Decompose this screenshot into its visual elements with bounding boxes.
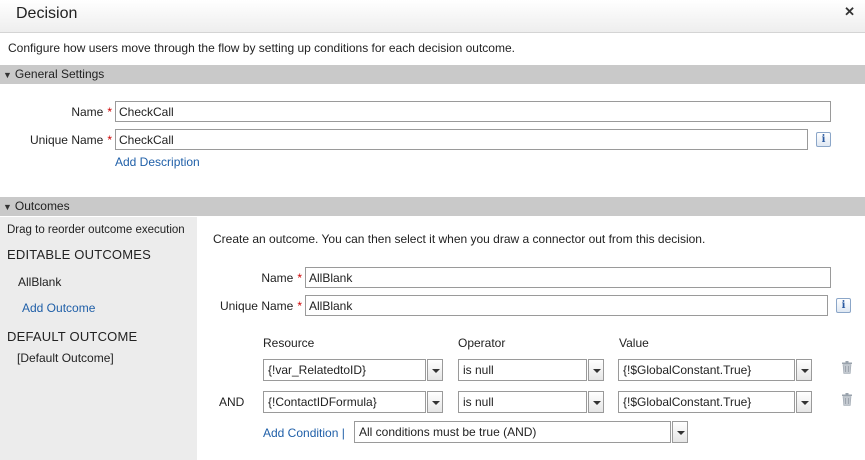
outcome-panel-intro: Create an outcome. You can then select i… [213, 232, 706, 246]
add-outcome-link[interactable]: Add Outcome [22, 301, 95, 315]
name-label: Name * [40, 105, 112, 119]
trash-icon[interactable] [841, 393, 853, 406]
dropdown-arrow-icon[interactable] [588, 359, 604, 381]
default-outcome-heading: DEFAULT OUTCOME [7, 329, 138, 344]
unique-name-input[interactable] [115, 129, 808, 150]
dropdown-arrow-icon[interactable] [672, 421, 688, 443]
unique-name-label-text: Unique Name [29, 133, 104, 147]
outcomes-title: Outcomes [14, 199, 70, 213]
collapse-triangle-icon: ▼ [3, 70, 12, 80]
dialog-titlebar: Decision ✕ [0, 0, 865, 33]
dropdown-arrow-icon[interactable] [427, 359, 443, 381]
dialog-title: Decision [16, 5, 78, 22]
outcome-name-input[interactable] [305, 267, 831, 288]
resource-field[interactable]: {!var_RelatedtoID} [263, 359, 426, 381]
outcome-name-label-text: Name [261, 271, 294, 285]
dropdown-arrow-icon[interactable] [796, 359, 812, 381]
outcomes-header[interactable]: ▼ Outcomes [0, 197, 865, 216]
operator-field[interactable]: is null [458, 359, 587, 381]
reorder-hint: Drag to reorder outcome execution [7, 224, 185, 236]
info-icon[interactable]: i [816, 132, 831, 147]
unique-name-label: Unique Name * [10, 133, 112, 147]
dropdown-arrow-icon[interactable] [427, 391, 443, 413]
name-input[interactable] [115, 101, 831, 122]
outcome-unique-name-label: Unique Name * [200, 299, 302, 313]
condition-logic-field[interactable]: All conditions must be true (AND) [354, 421, 671, 443]
outcome-unique-name-input[interactable] [305, 295, 828, 316]
operator-column-header: Operator [458, 336, 506, 350]
resource-column-header: Resource [263, 336, 315, 350]
dropdown-arrow-icon[interactable] [588, 391, 604, 413]
required-asterisk: * [107, 105, 112, 119]
resource-field[interactable]: {!ContactIDFormula} [263, 391, 426, 413]
outcome-name-label: Name * [230, 271, 302, 285]
required-asterisk: * [107, 133, 112, 147]
outcome-item-allblank[interactable]: AllBlank [18, 275, 61, 289]
info-icon[interactable]: i [836, 298, 851, 313]
value-field[interactable]: {!$GlobalConstant.True} [618, 359, 795, 381]
value-column-header: Value [619, 336, 649, 350]
required-asterisk: * [297, 271, 302, 285]
close-icon[interactable]: ✕ [844, 4, 855, 20]
name-label-text: Name [71, 105, 104, 119]
outcome-unique-name-label-text: Unique Name [219, 299, 294, 313]
default-outcome-item[interactable]: [Default Outcome] [17, 351, 114, 365]
operator-field[interactable]: is null [458, 391, 587, 413]
outcomes-sidebar: Drag to reorder outcome execution EDITAB… [0, 217, 197, 460]
condition-and-prefix: AND [219, 395, 245, 409]
general-settings-title: General Settings [14, 67, 105, 81]
general-settings-header[interactable]: ▼ General Settings [0, 65, 865, 84]
value-field[interactable]: {!$GlobalConstant.True} [618, 391, 795, 413]
editable-outcomes-heading: EDITABLE OUTCOMES [7, 247, 152, 262]
add-description-link[interactable]: Add Description [115, 155, 200, 169]
intro-text: Configure how users move through the flo… [8, 41, 515, 55]
dropdown-arrow-icon[interactable] [796, 391, 812, 413]
collapse-triangle-icon: ▼ [3, 202, 12, 212]
trash-icon[interactable] [841, 361, 853, 374]
add-condition-link[interactable]: Add Condition | [263, 426, 345, 440]
required-asterisk: * [297, 299, 302, 313]
